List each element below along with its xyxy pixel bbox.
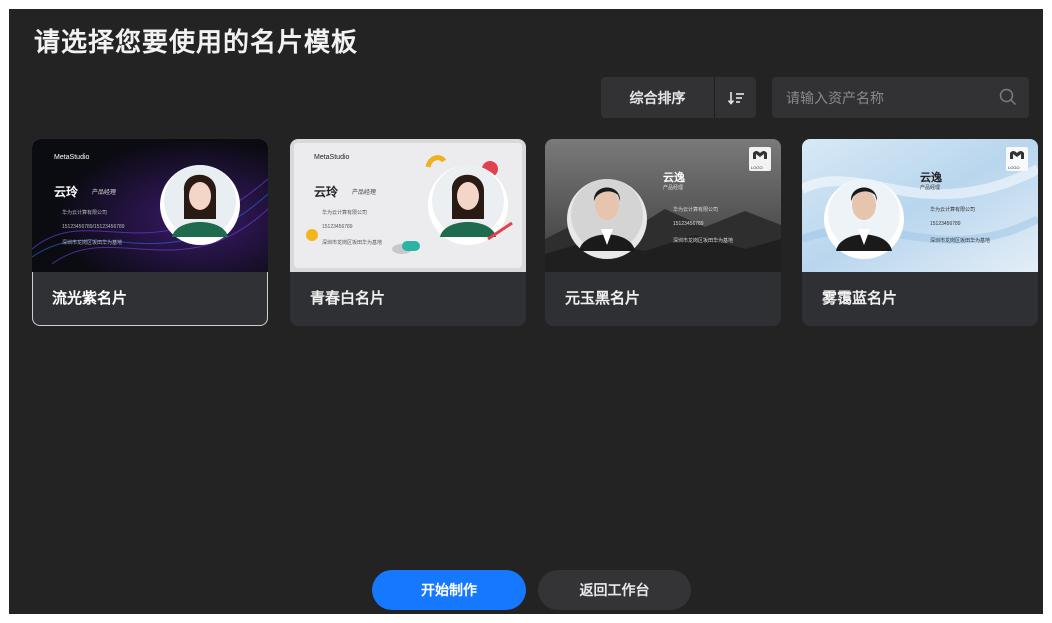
preview-line: 华为云计算有限公司	[673, 207, 719, 213]
preview-line: 15123456789	[322, 224, 353, 230]
start-button[interactable]: 开始制作	[372, 570, 526, 610]
preview-role: 产品经理	[663, 185, 684, 191]
sort-control: 综合排序	[601, 77, 756, 118]
template-card-blue[interactable]: LOGO 云逸 产品经理 华为云计算有限公司 15123456789 深圳市龙岗…	[802, 139, 1038, 326]
preview-line: 深圳市龙岗区坂田华为基地	[930, 238, 991, 244]
preview-person: 云逸	[663, 172, 685, 184]
preview-person: 云逸	[920, 172, 942, 184]
search-box	[772, 77, 1029, 118]
preview-role: 产品经理	[920, 185, 941, 191]
template-name: 流光紫名片	[52, 290, 128, 307]
template-picker-dialog: 请选择您要使用的名片模板 综合排序 请输入资产名称 MetaStudio 云玲 …	[9, 9, 1043, 614]
template-preview: MetaStudio 云玲 产品经理 华为云计算有限公司 15123456789…	[32, 139, 268, 272]
preview-logo: LOGO	[1008, 165, 1020, 170]
template-name: 雾霭蓝名片	[822, 290, 898, 307]
preview-line: 15123456789	[930, 221, 961, 227]
preview-logo: LOGO	[751, 165, 763, 170]
template-card-purple[interactable]: MetaStudio 云玲 产品经理 华为云计算有限公司 15123456789…	[32, 139, 268, 326]
template-card-black[interactable]: LOGO 云逸 产品经理 华为云计算有限公司 15123456789 深圳市龙岗…	[545, 139, 781, 326]
template-name: 青春白名片	[310, 290, 386, 307]
preview-line: 深圳市龙岗区坂田华为基地	[322, 240, 383, 246]
back-to-workspace-button[interactable]: 返回工作台	[538, 570, 691, 610]
preview-line: 15123456789	[673, 221, 704, 227]
preview-role: 产品经理	[352, 190, 377, 196]
preview-line: 华为云计算有限公司	[322, 210, 368, 216]
preview-brand: MetaStudio	[54, 154, 90, 161]
preview-line: 15123456789/15123456789	[62, 224, 125, 230]
search-icon[interactable]	[999, 88, 1017, 111]
template-name: 元玉黑名片	[565, 290, 641, 307]
template-preview: LOGO 云逸 产品经理 华为云计算有限公司 15123456789 深圳市龙岗…	[545, 139, 781, 272]
sort-descending-icon[interactable]	[715, 77, 756, 118]
template-preview: LOGO 云逸 产品经理 华为云计算有限公司 15123456789 深圳市龙岗…	[802, 139, 1038, 272]
template-card-white[interactable]: MetaStudio 云玲 产品经理 华为云计算有限公司 15123456789…	[290, 139, 526, 326]
page-title: 请选择您要使用的名片模板	[34, 27, 359, 57]
preview-person: 云玲	[314, 185, 339, 199]
preview-line: 华为云计算有限公司	[62, 210, 108, 216]
preview-line: 深圳市龙岗区坂田华为基地	[62, 240, 123, 246]
search-input[interactable]	[772, 77, 1029, 118]
toolbar: 综合排序	[601, 77, 1029, 118]
preview-brand: MetaStudio	[314, 154, 350, 161]
preview-role: 产品经理	[92, 190, 117, 196]
template-preview: MetaStudio 云玲 产品经理 华为云计算有限公司 15123456789…	[290, 139, 526, 272]
preview-line: 深圳市龙岗区坂田华为基地	[673, 238, 734, 244]
preview-person: 云玲	[54, 185, 79, 199]
action-bar: 开始制作 返回工作台	[372, 570, 691, 610]
preview-line: 华为云计算有限公司	[930, 207, 976, 213]
sort-dropdown[interactable]: 综合排序	[601, 77, 714, 118]
